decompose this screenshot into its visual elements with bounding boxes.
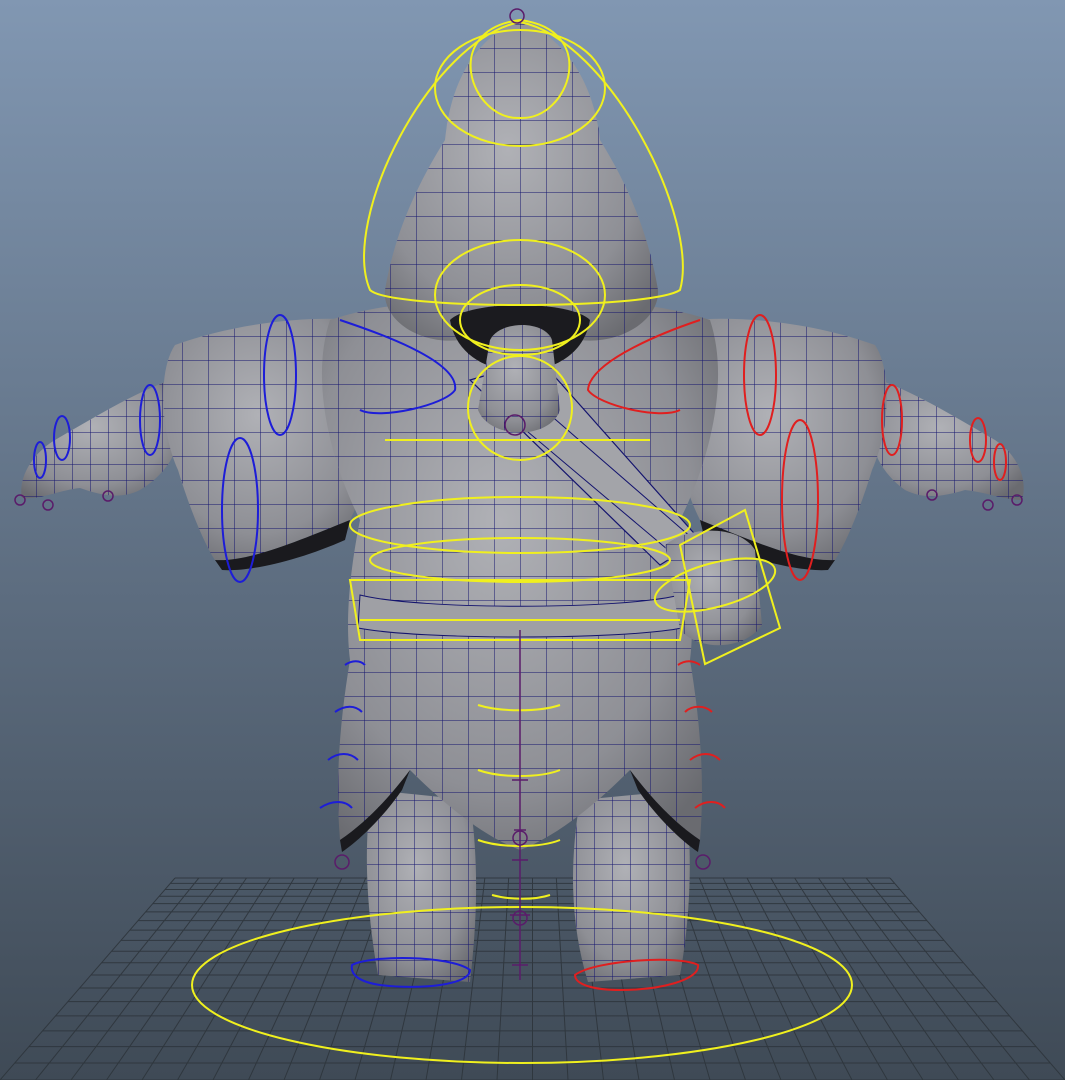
viewport-canvas[interactable]: [0, 0, 1065, 1080]
left-leg-mesh[interactable]: [366, 790, 477, 982]
maya-3d-viewport[interactable]: [0, 0, 1065, 1080]
